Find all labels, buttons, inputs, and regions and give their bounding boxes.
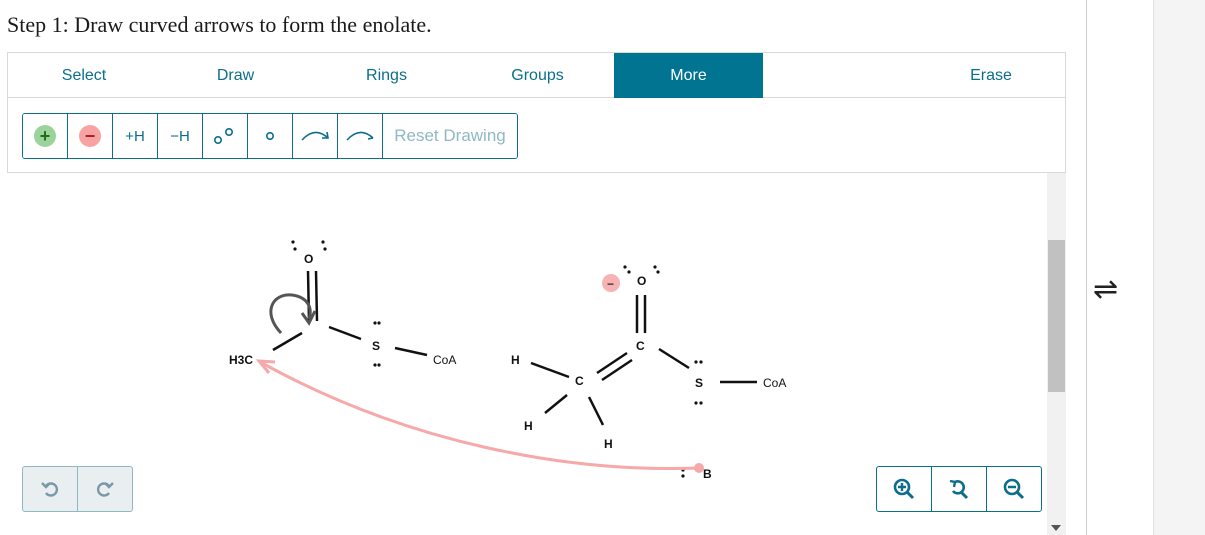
zoom-in-icon <box>893 478 915 500</box>
left-oxygen-atom[interactable]: O <box>304 252 313 266</box>
zoom-group <box>876 466 1042 512</box>
panel-divider <box>1086 0 1087 535</box>
lone-pair-button[interactable] <box>203 114 248 158</box>
right-molecule: − O C C S CoA H H H <box>511 265 786 451</box>
remove-hydrogen-button[interactable]: −H <box>158 114 203 158</box>
zoom-out-icon <box>1003 478 1025 500</box>
zoom-reset-icon <box>949 479 969 500</box>
radical-button[interactable] <box>248 114 293 158</box>
alpha-carbon-atom[interactable]: C <box>575 374 584 388</box>
scroll-down-arrow-icon[interactable] <box>1051 525 1061 531</box>
add-hydrogen-button[interactable]: +H <box>113 114 158 158</box>
minus-icon: − <box>79 125 101 147</box>
zoom-out-button[interactable] <box>987 467 1041 511</box>
curved-arrow-double-button[interactable] <box>293 114 338 158</box>
step-title: Step 1: Draw curved arrows to form the e… <box>7 12 432 37</box>
left-molecule: O S CoA H3C <box>229 240 456 367</box>
methyl-label[interactable]: H3C <box>229 353 253 367</box>
scrollbar-thumb[interactable] <box>1048 240 1065 392</box>
left-sulfur-atom[interactable]: S <box>372 339 380 353</box>
curved-arrow-single-button[interactable] <box>338 114 383 158</box>
plus-icon: + <box>34 125 56 147</box>
curved-arrow-single-icon <box>346 131 374 141</box>
base-atom[interactable]: B <box>703 467 712 481</box>
zoom-in-button[interactable] <box>877 467 932 511</box>
undo-icon <box>41 482 58 497</box>
tab-groups[interactable]: Groups <box>462 53 613 98</box>
hydrogen-bottom-atom[interactable]: H <box>604 437 613 451</box>
zoom-reset-button[interactable] <box>932 467 987 511</box>
tab-more[interactable]: More <box>614 53 763 98</box>
curved-arrow-double-icon <box>301 131 329 141</box>
hydrogen-bottom-left-atom[interactable]: H <box>524 419 533 433</box>
right-panel <box>1153 0 1205 535</box>
tab-select[interactable]: Select <box>8 53 160 98</box>
tab-bar: Select Draw Rings Groups More Erase <box>7 52 1066 98</box>
carbonyl-carbon-atom[interactable]: C <box>636 339 645 353</box>
tool-group: + − +H −H Reset Drawing <box>22 113 518 159</box>
add-negative-charge-button[interactable]: − <box>68 114 113 158</box>
add-positive-charge-button[interactable]: + <box>23 114 68 158</box>
tab-rings[interactable]: Rings <box>311 53 462 98</box>
pink-curved-arrow[interactable] <box>255 359 704 473</box>
radical-icon <box>266 132 275 141</box>
reset-drawing-button[interactable]: Reset Drawing <box>383 114 517 158</box>
lone-pair-icon <box>214 128 234 145</box>
undo-redo-group <box>22 466 133 512</box>
tool-row: + − +H −H Reset Drawing <box>7 98 1066 173</box>
redo-icon <box>97 482 114 497</box>
right-coa-label: CoA <box>763 376 786 390</box>
tab-draw[interactable]: Draw <box>160 53 311 98</box>
tab-erase[interactable]: Erase <box>915 53 1067 98</box>
redo-button[interactable] <box>78 467 132 511</box>
equilibrium-arrows-icon: ⇌ <box>1093 272 1119 307</box>
left-coa-label: CoA <box>433 353 456 367</box>
right-oxygen-atom[interactable]: O <box>637 274 646 288</box>
right-sulfur-atom[interactable]: S <box>695 376 703 390</box>
undo-button[interactable] <box>23 467 78 511</box>
canvas-scrollbar[interactable] <box>1047 173 1066 535</box>
negative-charge-badge: − <box>607 277 614 291</box>
hydrogen-left-atom[interactable]: H <box>511 353 520 367</box>
